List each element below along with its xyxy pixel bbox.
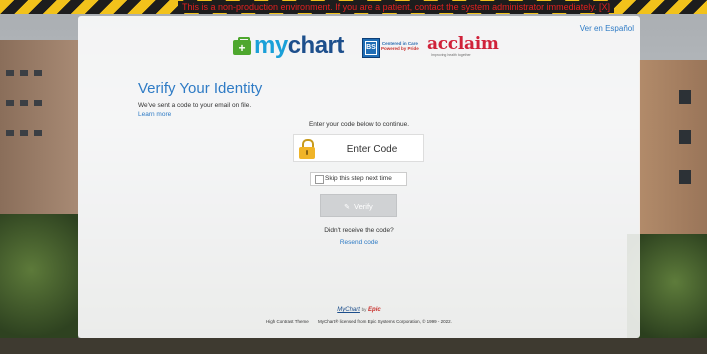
- verify-button[interactable]: ✎ Verify: [320, 194, 397, 217]
- footer-by: by: [361, 307, 367, 312]
- footer-epic-logo: Epic: [368, 307, 381, 313]
- lock-icon: [298, 139, 316, 159]
- didnt-receive-text: Didn't receive the code?: [324, 227, 394, 234]
- tagline-logo: Centered in Care Powered by Pride: [381, 41, 419, 51]
- high-contrast-link[interactable]: High Contrast Theme: [266, 319, 309, 324]
- mychart-logo-my: my: [254, 32, 288, 59]
- footer: High Contrast Theme MyChart® licensed fr…: [78, 319, 640, 324]
- code-entry-box: [293, 134, 424, 162]
- bs-logo: BS: [362, 38, 380, 58]
- banner-message[interactable]: This is a non-production environment. If…: [178, 1, 615, 13]
- footer-logo: MyChart by Epic: [78, 307, 640, 313]
- non-production-banner: This is a non-production environment. If…: [0, 0, 707, 14]
- code-input[interactable]: [322, 138, 422, 160]
- mychart-bag-icon: +: [233, 37, 251, 55]
- resend-code-link[interactable]: Resend code: [340, 239, 378, 246]
- login-card: Ver en Español + mychart BS Centered in …: [78, 16, 640, 338]
- sent-code-text: We've sent a code to your email on file.: [138, 102, 252, 109]
- acclaim-logo: acclaim Improving health together: [427, 34, 499, 57]
- pencil-icon: ✎: [344, 204, 351, 211]
- license-text: MyChart® licensed from Epic Systems Corp…: [318, 319, 452, 324]
- tagline-line2: Powered by Pride: [381, 46, 419, 51]
- footer-mychart-logo: MyChart: [337, 307, 360, 313]
- learn-more-link[interactable]: Learn more: [138, 111, 171, 118]
- verify-button-label: Verify: [354, 202, 373, 211]
- acclaim-logo-sub: Improving health together: [431, 53, 471, 57]
- checkbox-icon[interactable]: [315, 175, 324, 184]
- language-link[interactable]: Ver en Español: [580, 24, 634, 33]
- mychart-logo-chart: chart: [287, 32, 345, 59]
- skip-step-label: Skip this step next time: [325, 175, 392, 182]
- enter-code-prompt: Enter your code below to continue.: [308, 121, 410, 128]
- page-title: Verify Your Identity: [138, 80, 263, 97]
- skip-step-checkbox[interactable]: Skip this step next time: [310, 172, 407, 186]
- logo-bar: + mychart BS Centered in Care Powered by…: [78, 32, 640, 60]
- bs-logo-text: BS: [365, 41, 377, 55]
- acclaim-logo-name: acclaim: [427, 34, 499, 54]
